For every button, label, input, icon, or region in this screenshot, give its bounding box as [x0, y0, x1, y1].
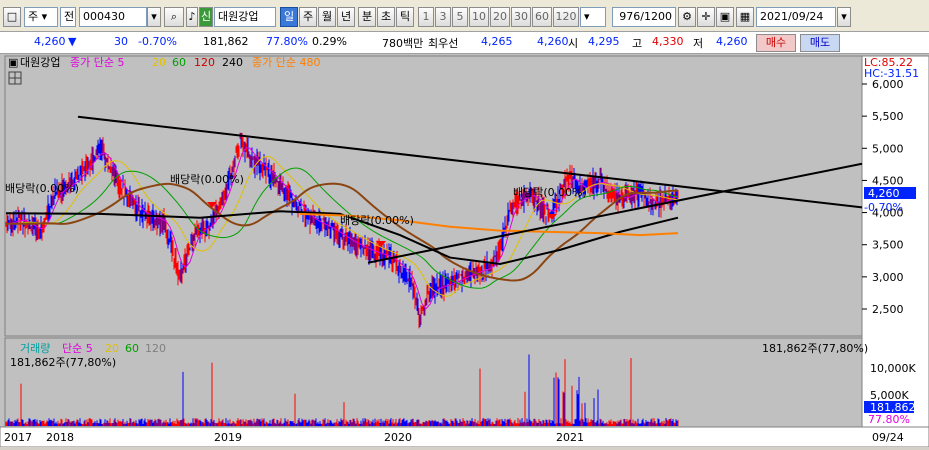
new-badge: 신 — [199, 7, 213, 27]
low-price: 4,260 — [716, 35, 748, 48]
open-price: 4,295 — [588, 35, 620, 48]
current-price-tag-text: 4,260 — [868, 187, 900, 200]
search-icon[interactable]: ⌕ — [164, 7, 184, 27]
period-minute-button[interactable]: 분 — [358, 7, 376, 27]
speaker-icon[interactable]: ♪ — [186, 7, 198, 27]
period-week-button[interactable]: 주 — [299, 7, 317, 27]
legend-ma240: 240 — [222, 56, 243, 69]
time-label-2021: 2021 — [556, 431, 584, 444]
volume-legend-ma5: 단순 5 — [62, 342, 93, 355]
period-tick-button[interactable]: 틱 — [396, 7, 414, 27]
dividend-annotation-3: 배당락(0.00%) — [340, 214, 414, 227]
change-pct: -0.70% — [138, 35, 177, 48]
period-day-button[interactable]: 일 — [280, 7, 298, 27]
date-dropdown-icon[interactable]: ▾ — [837, 7, 851, 27]
interval-3-button[interactable]: 3 — [435, 7, 451, 27]
chart-settings-icon[interactable]: ▣ — [8, 56, 18, 69]
ask-price: 4,265 — [481, 35, 513, 48]
interval-custom-input[interactable]: ▾ — [580, 7, 606, 27]
period-second-button[interactable]: 초 — [377, 7, 395, 27]
price-axis-label: 6,000 — [872, 78, 904, 91]
low-label: 저 — [693, 37, 704, 50]
time-label-2019: 2019 — [214, 431, 242, 444]
time-axis-area — [0, 426, 929, 448]
volume-left-value: 181,862주(77,80%) — [10, 356, 116, 369]
volume-legend-ma20: 20 — [105, 342, 119, 355]
high-price: 4,330 — [652, 35, 684, 48]
turnover-rate: 0.29% — [312, 35, 347, 48]
market-select[interactable]: 전 — [60, 7, 76, 27]
legend-ma20: 20 — [152, 56, 166, 69]
volume-legend-ma120: 120 — [145, 342, 166, 355]
save-icon[interactable]: ▣ — [716, 7, 734, 27]
volume-value: 181,862 — [203, 35, 249, 48]
legend-ma5: 종가 단순 5 — [70, 56, 124, 69]
chart-settings-icon[interactable]: ⚙ — [678, 7, 696, 27]
legend-stock-name: 대원강업 — [20, 56, 60, 69]
current-price: 4,260 — [34, 35, 66, 48]
toolbar: □ 주 ▾ 전 000430 ▾ ⌕ ♪ 신 대원강업 일 주 월 년 분 초 … — [0, 0, 929, 32]
dividend-annotation-4: 배당락(0.00%) — [513, 186, 587, 199]
period-month-button[interactable]: 월 — [318, 7, 336, 27]
legend-ma480: 종가 단순 480 — [252, 56, 320, 69]
down-arrow-icon: ▼ — [68, 35, 77, 48]
bid-price: 4,260 — [537, 35, 569, 48]
interval-30-button[interactable]: 30 — [511, 7, 531, 27]
price-axis-label: 5,500 — [872, 110, 904, 123]
legend-ma120: 120 — [194, 56, 215, 69]
sell-button[interactable]: 매도 — [800, 34, 840, 52]
stock-name: 대원강업 — [214, 7, 276, 27]
change-value: 30 — [114, 35, 128, 48]
interval-20-button[interactable]: 20 — [490, 7, 510, 27]
interval-120-button[interactable]: 120 — [553, 7, 579, 27]
interval-5-button[interactable]: 5 — [452, 7, 468, 27]
interval-60-button[interactable]: 60 — [532, 7, 552, 27]
price-axis-label: 2,500 — [872, 303, 904, 316]
price-chart[interactable]: ▣ 대원강업 종가 단순 5 20 60 120 240 종가 단순 480 L… — [0, 54, 929, 448]
dividend-annotation-2: 배당락(0.00%) — [170, 173, 244, 186]
volume-right-value: 181,862주(77,80%) — [762, 342, 868, 355]
volume-legend-ma60: 60 — [125, 342, 139, 355]
price-axis-label: 3,500 — [872, 239, 904, 252]
code-dropdown-icon[interactable]: ▾ — [147, 7, 161, 27]
interval-1-button[interactable]: 1 — [418, 7, 434, 27]
date-input[interactable]: 2021/09/24 — [756, 7, 836, 27]
volume-legend-name: 거래량 — [20, 342, 50, 355]
time-label-2020: 2020 — [384, 431, 412, 444]
open-label: 시 — [568, 37, 579, 50]
price-axis-label: 5,000 — [872, 142, 904, 155]
best-quote-label: 최우선 — [428, 37, 459, 50]
legend-ma60: 60 — [172, 56, 186, 69]
time-label-2017: 2017 — [4, 431, 32, 444]
window-icon[interactable]: □ — [3, 7, 21, 27]
volume-axis-10000k: 10,000K — [870, 362, 916, 375]
volume-ratio: 77.80% — [266, 35, 308, 48]
period-year-button[interactable]: 년 — [337, 7, 355, 27]
high-label: 고 — [632, 37, 643, 50]
current-pct-tag: -0.70% — [864, 201, 903, 214]
price-axis-label: 4,500 — [872, 174, 904, 187]
stock-code-input[interactable]: 000430 — [79, 7, 147, 27]
buy-button[interactable]: 매수 — [756, 34, 796, 52]
time-label-2018: 2018 — [46, 431, 74, 444]
quote-bar: 4,260 ▼ 30 -0.70% 181,862 77.80% 0.29% 7… — [0, 32, 929, 54]
chart-area[interactable]: ▣ 대원강업 종가 단순 5 20 60 120 240 종가 단순 480 L… — [0, 54, 929, 448]
time-label-right: 09/24 — [872, 431, 904, 444]
calendar-icon[interactable]: ▦ — [736, 7, 754, 27]
interval-10-button[interactable]: 10 — [469, 7, 489, 27]
bar-count-field[interactable]: 976/1200 — [612, 7, 676, 27]
trade-amount: 780백만 — [382, 37, 424, 50]
crosshair-icon[interactable]: ✛ — [697, 7, 715, 27]
dividend-annotation-1: 배당락(0.00%) — [5, 182, 79, 195]
period-select[interactable]: 주 ▾ — [24, 7, 58, 27]
volume-pct-tag: 77.80% — [868, 413, 910, 426]
price-axis-label: 3,000 — [872, 271, 904, 284]
